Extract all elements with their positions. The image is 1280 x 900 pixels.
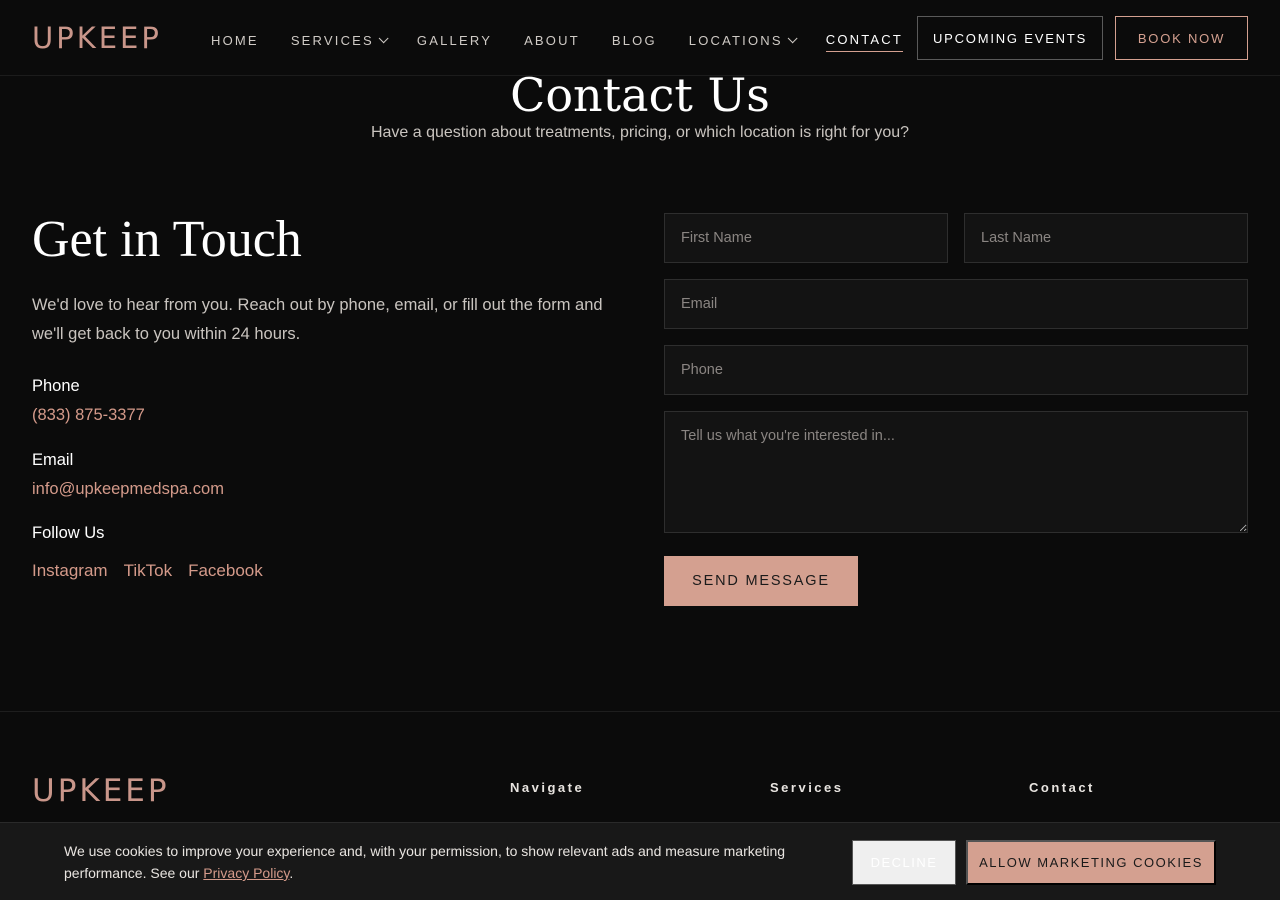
chevron-down-icon [378,32,389,43]
cookie-text: We use cookies to improve your experienc… [64,840,824,884]
nav-blog[interactable]: Blog [612,30,657,50]
follow-us-label: Follow Us [32,524,105,542]
nav-label: Contact [825,32,904,47]
allow-marketing-cookies-button[interactable]: Allow Marketing Cookies [966,840,1216,885]
cookie-period: . [289,865,294,881]
decline-cookies-button[interactable]: Decline [852,840,956,885]
social-links: Instagram TikTok Facebook [32,561,263,581]
first-name-input[interactable] [664,213,948,263]
nav-label: Blog [611,32,657,48]
footer-heading-navigate: Navigate [510,780,585,795]
instagram-link[interactable]: Instagram [32,561,108,581]
phone-label: Phone [32,377,80,395]
footer-logo[interactable]: UPKEEP [32,774,170,808]
phone-link[interactable]: (833) 875-3377 [32,406,145,425]
nav-locations[interactable]: Locations [688,30,798,50]
footer-heading-services: Services [770,780,844,795]
nav-about[interactable]: About [524,30,580,50]
email-input[interactable] [664,279,1248,329]
logo[interactable]: UPKEEP [32,22,162,54]
message-textarea[interactable] [664,411,1248,533]
nav-gallery[interactable]: Gallery [417,30,492,50]
get-in-touch-heading: Get in Touch [32,211,302,268]
email-link[interactable]: info@upkeepmedspa.com [32,480,224,499]
email-label: Email [32,451,74,469]
facebook-link[interactable]: Facebook [188,561,263,581]
cookie-message: We use cookies to improve your experienc… [64,843,786,881]
phone-input[interactable] [664,345,1248,395]
get-in-touch-body: We'd love to hear from you. Reach out by… [32,296,603,343]
site-header: UPKEEP Home Services Gallery About Blog … [0,0,1280,76]
book-now-button[interactable]: Book Now [1115,16,1248,60]
chevron-down-icon [787,32,798,43]
main-nav: Home Services Gallery About Blog Locatio… [211,30,935,52]
nav-label: Home [211,32,259,48]
nav-contact[interactable]: Contact [825,30,904,52]
nav-label: Gallery [416,32,493,48]
last-name-input[interactable] [964,213,1248,263]
nav-services[interactable]: Services [290,30,389,50]
upcoming-events-button[interactable]: Upcoming Events [917,16,1103,60]
footer-heading-contact: Contact [1029,780,1095,795]
tiktok-link[interactable]: TikTok [124,561,173,581]
nav-label: Locations [688,32,783,48]
nav-label: Services [290,32,374,48]
nav-label: About [524,32,580,48]
send-message-button[interactable]: Send Message [664,556,858,606]
cookie-banner: We use cookies to improve your experienc… [0,822,1280,900]
page-subtitle: Have a question about treatments, pricin… [370,124,910,141]
privacy-policy-link[interactable]: Privacy Policy [203,865,289,881]
nav-home[interactable]: Home [211,30,259,50]
